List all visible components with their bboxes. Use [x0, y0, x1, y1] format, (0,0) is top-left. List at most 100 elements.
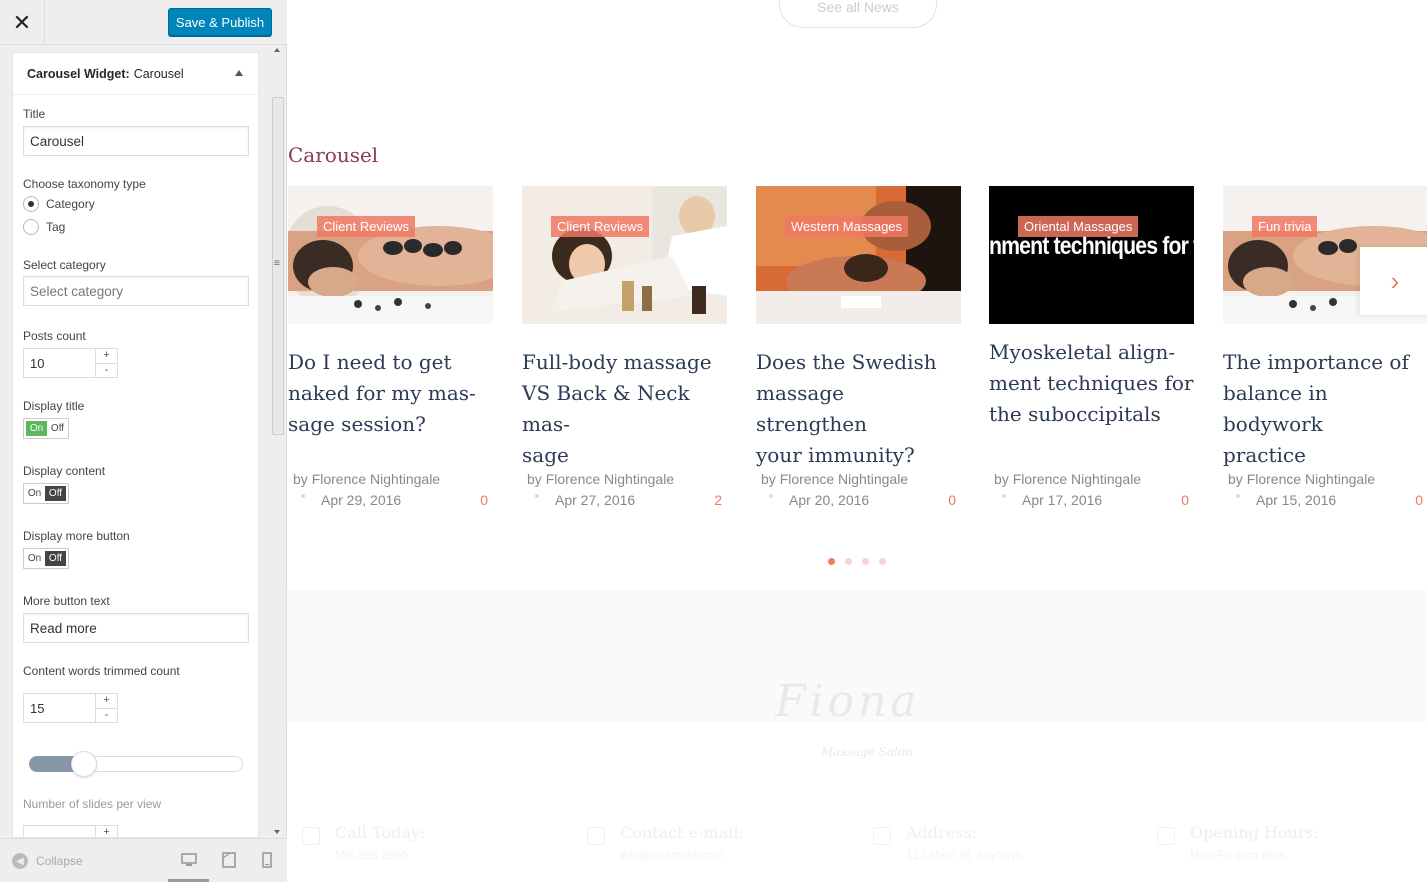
post-title-line[interactable]: Full-body massage [522, 347, 727, 378]
slider-handle[interactable] [71, 751, 97, 777]
close-icon[interactable]: ✕ [0, 0, 45, 45]
radio-tag-button[interactable] [23, 219, 39, 235]
carousel-pager-dot[interactable] [828, 558, 835, 565]
comment-count[interactable]: 0 [1181, 492, 1189, 508]
post-title-line[interactable]: ment techniques for [989, 368, 1194, 399]
post-title[interactable]: Full-body massage VS Back & Neck mas- sa… [522, 347, 727, 471]
carousel-card[interactable]: Western Massages Does the Swedish massag… [756, 186, 961, 508]
trim-count-stepper[interactable]: 15 + - [23, 693, 118, 723]
tablet-icon[interactable] [221, 852, 237, 868]
post-title-line[interactable]: balance in bodywork [1223, 378, 1427, 440]
desktop-icon[interactable] [181, 852, 197, 868]
widget-panel-header[interactable]: Carousel Widget: Carousel [13, 53, 258, 95]
post-thumbnail[interactable]: nment techniques for t Oriental Massages [989, 186, 1194, 324]
more-text-label: More button text [23, 594, 110, 608]
post-title-line[interactable]: practice [1223, 440, 1427, 471]
comment-count[interactable]: 2 [714, 492, 722, 508]
address-icon [873, 827, 891, 845]
display-more-label: Display more button [23, 529, 130, 543]
author-name[interactable]: Florence Nightingale [1013, 471, 1141, 487]
toggle-on: On [27, 488, 42, 499]
increment-button[interactable]: + [96, 826, 117, 837]
carousel-card[interactable]: Client Reviews Full-body massage VS Back… [522, 186, 727, 508]
category-badge[interactable]: Fun trivia [1252, 216, 1318, 237]
widget-title-label: Carousel [133, 66, 184, 81]
radio-tag[interactable]: Tag [23, 219, 65, 235]
author-prefix: by [527, 471, 542, 487]
comment-count[interactable]: 0 [948, 492, 956, 508]
carousel-card[interactable]: Client Reviews Do I need to get naked fo… [288, 186, 493, 508]
radio-category[interactable]: Category [23, 196, 95, 212]
contact-value: Mon-Fri 9am-8pm [1190, 848, 1286, 862]
post-title-line[interactable]: Do I need to get [288, 347, 493, 378]
comment-count[interactable]: 0 [1415, 492, 1423, 508]
decrement-button[interactable]: - [96, 364, 117, 378]
posts-count-label: Posts count [23, 329, 86, 343]
scroll-up-icon[interactable] [274, 48, 280, 52]
comment-count[interactable]: 0 [480, 492, 488, 508]
author-name[interactable]: Florence Nightingale [1247, 471, 1375, 487]
posts-count-value[interactable]: 10 [24, 349, 95, 377]
post-title-line[interactable]: Myoskeletal align- [989, 337, 1194, 368]
category-badge[interactable]: Oriental Massages [1018, 216, 1139, 237]
meta-dot [769, 494, 773, 498]
slides-per-view-stepper[interactable]: +- [23, 825, 118, 837]
clock-icon [1157, 827, 1175, 845]
collapse-button[interactable]: ◀ Collapse [12, 853, 83, 869]
category-badge[interactable]: Client Reviews [551, 216, 649, 237]
panel-scrollbar[interactable] [271, 45, 285, 838]
post-title-line[interactable]: The importance of [1223, 347, 1427, 378]
title-input[interactable]: Carousel [23, 126, 249, 156]
author-name[interactable]: Florence Nightingale [312, 471, 440, 487]
slides-per-view-label: Number of slides per view [23, 797, 162, 811]
post-author: by Florence Nightingale [527, 471, 674, 487]
posts-count-stepper[interactable]: 10 + - [23, 348, 118, 378]
carousel-pager-dot[interactable] [845, 558, 852, 565]
decrement-button[interactable]: - [96, 709, 117, 723]
post-title[interactable]: The importance of balance in bodywork pr… [1223, 347, 1427, 471]
post-title-line[interactable]: sage [522, 440, 727, 471]
post-thumbnail[interactable]: Client Reviews [522, 186, 727, 324]
post-title[interactable]: Do I need to get naked for my mas- sage … [288, 347, 493, 440]
post-title[interactable]: Does the Swedish massage strengthen your… [756, 347, 961, 471]
post-thumbnail[interactable]: Western Massages [756, 186, 961, 324]
post-title-line[interactable]: the suboccipitals [989, 399, 1194, 430]
more-text-input[interactable]: Read more [23, 613, 249, 643]
carousel-pager-dot[interactable] [879, 558, 886, 565]
post-title[interactable]: Myoskeletal align- ment techniques for t… [989, 337, 1194, 430]
display-content-toggle[interactable]: On Off [23, 483, 69, 504]
carousel-card[interactable]: nment techniques for t Oriental Massages… [989, 186, 1194, 508]
author-name[interactable]: Florence Nightingale [780, 471, 908, 487]
post-title-line[interactable]: sage session? [288, 409, 493, 440]
slides-per-view-value[interactable] [24, 826, 95, 837]
save-publish-button[interactable]: Save & Publish [168, 8, 272, 36]
post-title-line[interactable]: naked for my mas- [288, 378, 493, 409]
post-title-line[interactable]: VS Back & Neck mas- [522, 378, 727, 440]
increment-button[interactable]: + [96, 694, 117, 709]
trim-count-label: Content words trimmed count [23, 664, 180, 678]
post-title-line[interactable]: Does the Swedish [756, 347, 961, 378]
carousel-next-arrow-icon[interactable]: › [1360, 247, 1427, 315]
category-badge[interactable]: Western Massages [785, 216, 909, 237]
site-logo[interactable]: Fiona [775, 676, 921, 727]
see-all-news-button[interactable]: See all News [779, 0, 937, 28]
collapse-arrow-icon: ◀ [12, 853, 28, 869]
post-date: Apr 27, 2016 [555, 492, 636, 508]
resize-grip-icon[interactable]: ≡ [274, 258, 280, 269]
radio-category-button[interactable] [23, 196, 39, 212]
mobile-icon[interactable] [259, 852, 275, 868]
post-author: by Florence Nightingale [761, 471, 908, 487]
display-more-toggle[interactable]: On Off [23, 548, 69, 569]
category-select[interactable]: Select category [23, 276, 249, 306]
trim-count-value[interactable]: 15 [24, 694, 95, 722]
carousel-pager-dot[interactable] [862, 558, 869, 565]
display-title-toggle[interactable]: On Off [23, 418, 69, 439]
category-badge[interactable]: Client Reviews [317, 216, 415, 237]
collapse-caret-icon[interactable] [235, 70, 243, 76]
post-title-line[interactable]: your immunity? [756, 440, 961, 471]
post-title-line[interactable]: massage strengthen [756, 378, 961, 440]
post-thumbnail[interactable]: Client Reviews [288, 186, 493, 324]
scroll-down-icon[interactable] [274, 830, 280, 834]
author-name[interactable]: Florence Nightingale [546, 471, 674, 487]
increment-button[interactable]: + [96, 349, 117, 364]
